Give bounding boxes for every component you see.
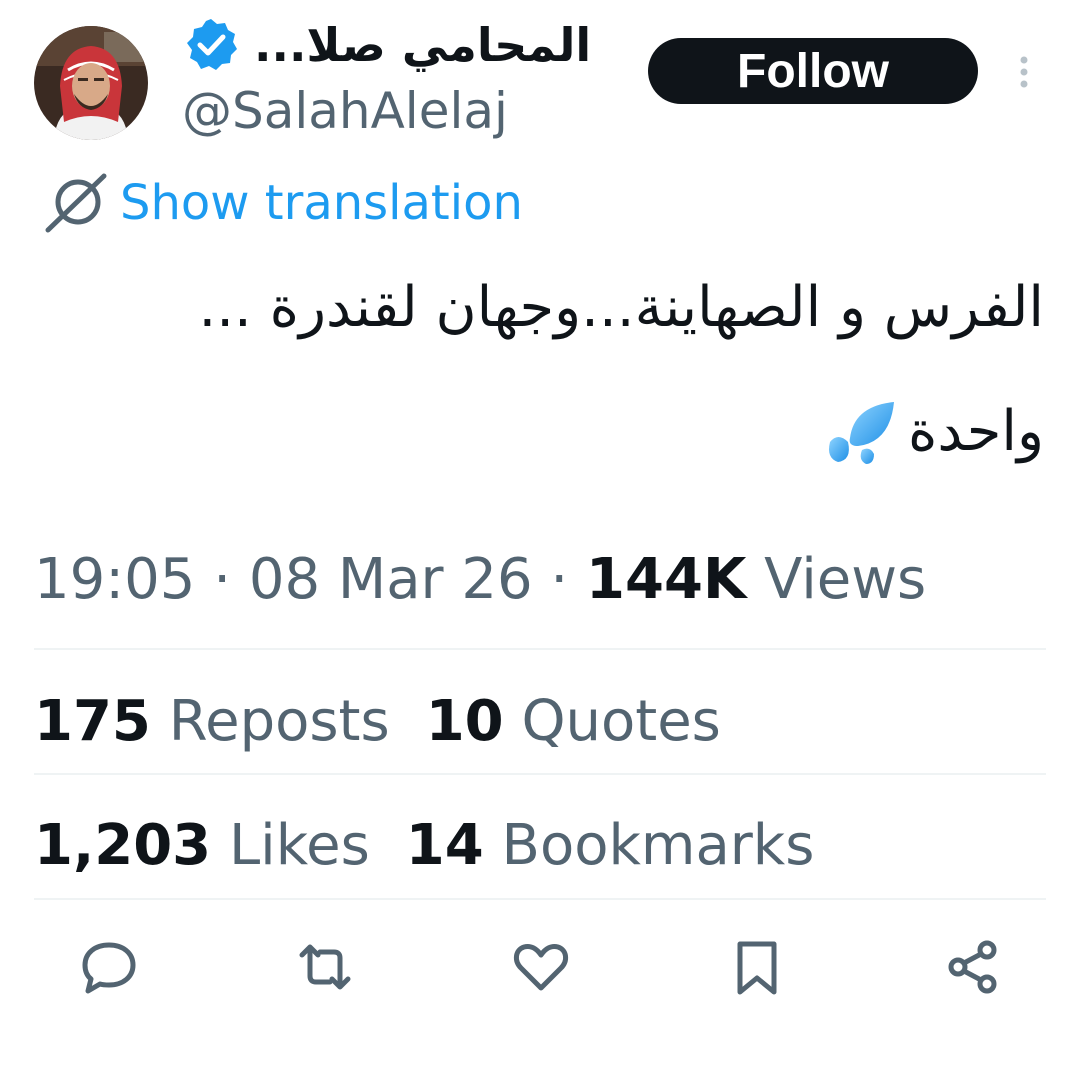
stats-row-likes-bookmarks: 1,203 Likes 14 Bookmarks bbox=[34, 812, 814, 879]
reposts-stat[interactable]: 175 Reposts bbox=[34, 688, 390, 755]
divider bbox=[34, 648, 1046, 650]
reply-icon[interactable] bbox=[78, 936, 140, 998]
bookmark-icon[interactable] bbox=[726, 936, 788, 998]
likes-stat[interactable]: 1,203 Likes bbox=[34, 812, 370, 879]
divider bbox=[34, 898, 1046, 900]
meta-separator: · bbox=[213, 547, 232, 612]
tweet-time[interactable]: 19:05 bbox=[34, 547, 195, 612]
reposts-label: Reposts bbox=[168, 689, 390, 754]
bookmarks-stat[interactable]: 14 Bookmarks bbox=[406, 812, 815, 879]
tweet-text-line-2: واحدة bbox=[824, 398, 1044, 466]
likes-count: 1,203 bbox=[34, 813, 212, 878]
stats-row-reposts-quotes: 175 Reposts 10 Quotes bbox=[34, 688, 721, 755]
avatar[interactable] bbox=[34, 26, 148, 140]
action-bar bbox=[0, 932, 1080, 1002]
follow-button[interactable]: Follow bbox=[648, 38, 978, 104]
show-translation-link[interactable]: Show translation bbox=[120, 175, 523, 231]
quotes-stat[interactable]: 10 Quotes bbox=[426, 688, 721, 755]
author-name-row: المحامي صلا... bbox=[182, 14, 591, 76]
meta-separator: · bbox=[550, 547, 569, 612]
verified-badge-icon bbox=[187, 19, 237, 70]
views-label: Views bbox=[764, 547, 927, 612]
share-icon[interactable] bbox=[942, 936, 1004, 998]
tweet-text-word: واحدة bbox=[908, 399, 1044, 465]
show-translation[interactable]: Show translation bbox=[44, 172, 523, 234]
tweet-date[interactable]: 08 Mar 26 bbox=[249, 547, 533, 612]
globe-slash-icon bbox=[45, 173, 107, 233]
tweet-meta: 19:05 · 08 Mar 26 · 144K Views bbox=[34, 546, 926, 613]
reposts-count: 175 bbox=[34, 689, 151, 754]
bookmarks-label: Bookmarks bbox=[501, 813, 815, 878]
repost-icon[interactable] bbox=[294, 936, 356, 998]
divider bbox=[34, 773, 1046, 775]
quotes-label: Quotes bbox=[521, 689, 721, 754]
tweet-text-line-1: الفرس و الصهاينة...وجهان لقندرة ... bbox=[198, 275, 1044, 340]
author-display-name[interactable]: المحامي صلا... bbox=[254, 22, 591, 68]
droplets-icon bbox=[829, 402, 895, 464]
like-icon[interactable] bbox=[510, 936, 572, 998]
likes-label: Likes bbox=[228, 813, 370, 878]
quotes-count: 10 bbox=[425, 689, 504, 754]
views-count: 144K bbox=[586, 547, 747, 612]
more-options-icon[interactable] bbox=[1010, 52, 1038, 92]
author-handle[interactable]: @SalahAlelaj bbox=[182, 86, 508, 136]
bookmarks-count: 14 bbox=[405, 813, 484, 878]
